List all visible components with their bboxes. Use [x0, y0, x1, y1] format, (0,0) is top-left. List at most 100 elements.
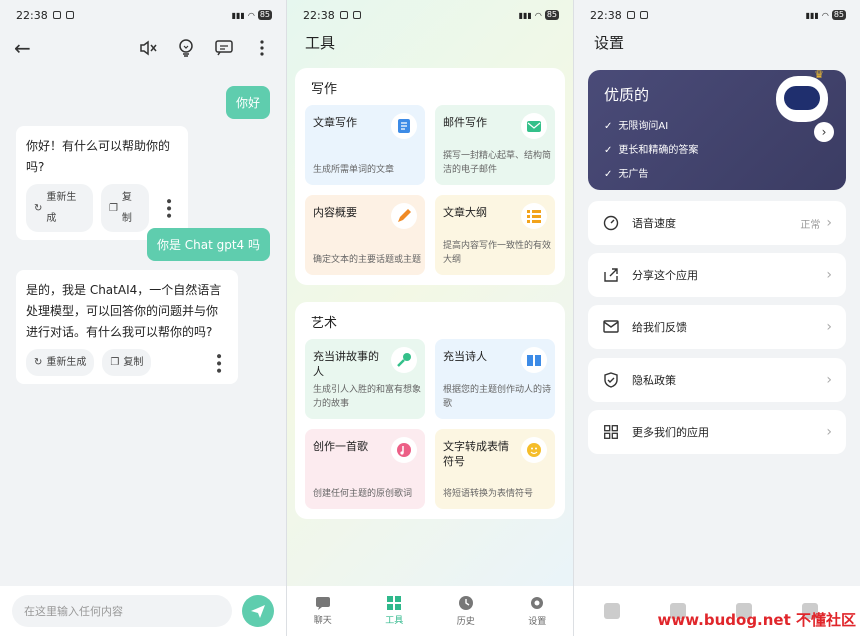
bottom-tab-bar: 聊天 工具 历史 设置 [287, 586, 573, 636]
tool-card-article-writing[interactable]: 文章写作 生成所需单词的文章 [305, 105, 425, 185]
mute-icon[interactable] [138, 38, 158, 58]
tab-history[interactable]: 历史 [430, 586, 502, 636]
copy-label: 复制 [121, 192, 132, 224]
bot-message: 你好！有什么可以帮助你的吗? ↻ 重新生成 ❐ 复制 ••• [16, 126, 188, 240]
premium-feature: ✓ 无广告 [604, 163, 830, 187]
notification-icon [352, 11, 361, 19]
card-title: 文字转成表情符号 [443, 440, 509, 468]
shield-icon [602, 371, 620, 389]
status-bar: 22:38 ▮▮▮ ◠ 85 [0, 0, 286, 30]
book-icon [521, 347, 547, 373]
apps-grid-icon [602, 423, 620, 441]
chat-input-bar: 在这里输入任何内容 [0, 586, 286, 636]
status-time: 22:38 [16, 8, 48, 22]
list-icon [521, 203, 547, 229]
status-time: 22:38 [303, 8, 335, 22]
copy-icon: ❐ [108, 202, 118, 214]
card-description: 创建任何主题的原创歌词 [313, 489, 413, 499]
lightbulb-icon[interactable] [176, 38, 196, 58]
card-title: 充当诗人 [443, 350, 487, 363]
user-message: 你是 Chat gpt4 吗 [146, 228, 270, 261]
bot-message-text: 你好！有什么可以帮助你的吗? [26, 139, 171, 174]
tool-card-outline[interactable]: 文章大纲 提高内容写作一致性的有效大纲 [435, 195, 555, 275]
clock-tab-icon [458, 596, 473, 610]
card-description: 将短语转换为表情符号 [443, 489, 534, 499]
pencil-icon [391, 203, 417, 229]
tab-label: 历史 [456, 617, 475, 627]
row-label: 语音速度 [632, 217, 676, 230]
chat-screen: 22:38 ▮▮▮ ◠ 85 ← 你好 你好！有什么可以帮助你的吗? ↻ 重新生成 ❐… [0, 0, 286, 636]
writing-section: 写作 文章写作 生成所需单词的文章 邮件写作 撰写一封精心起草、结构简洁的电子邮… [295, 68, 565, 285]
tools-screen: 22:38 ▮▮▮ ◠ 85 工具 写作 文章写作 生成所需单词的文章 邮件写作 撰… [287, 0, 573, 636]
tab-chat[interactable]: 聊天 [287, 586, 359, 636]
microphone-icon [391, 347, 417, 373]
regenerate-label: 重新生成 [46, 357, 87, 368]
chevron-right-icon: › [826, 215, 832, 231]
card-description: 提高内容写作一致性的有效大纲 [443, 241, 552, 265]
more-vertical-icon[interactable]: ••• [207, 352, 228, 374]
chevron-right-icon: › [826, 424, 832, 440]
settings-screen: 22:38 ▮▮▮ ◠ 85 设置 优质的 ✓ 无限询问AI ✓ 更长和精确的答案 ✓ 无… [574, 0, 860, 636]
send-icon [251, 605, 265, 618]
status-time: 22:38 [590, 8, 622, 22]
card-title: 创作一首歌 [313, 440, 368, 453]
more-vertical-icon[interactable] [252, 38, 272, 58]
tab-settings[interactable]: 设置 [502, 586, 574, 636]
bot-message: 是的，我是 ChatAI4，一个自然语言处理模型，可以回答你的问题并与你进行对话… [16, 270, 238, 384]
card-title: 充当讲故事的人 [313, 350, 379, 378]
message-input[interactable]: 在这里输入任何内容 [12, 595, 232, 627]
status-bar: 22:38 ▮▮▮ ◠ 85 [287, 0, 573, 30]
regenerate-button[interactable]: ↻ 重新生成 [26, 184, 93, 232]
chat-tab-icon[interactable] [604, 603, 620, 619]
watermark-text: www.budog.net 不懂社区 [657, 611, 856, 629]
signal-icon: ▮▮▮ [231, 10, 245, 20]
tool-card-storyteller[interactable]: 充当讲故事的人 生成引人入胜的和富有想象力的故事 [305, 339, 425, 419]
status-bar: 22:38 ▮▮▮ ◠ 85 [574, 0, 860, 30]
card-title: 文章大纲 [443, 206, 487, 219]
copy-button[interactable]: ❐ 复制 [100, 184, 149, 232]
chevron-right-icon[interactable]: › [814, 122, 834, 142]
tab-label: 聊天 [313, 616, 332, 626]
chevron-right-icon: › [826, 319, 832, 335]
wifi-icon: ◠ [534, 10, 542, 20]
tab-tools[interactable]: 工具 [359, 586, 431, 636]
tool-card-song[interactable]: 创作一首歌 创建任何主题的原创歌词 [305, 429, 425, 509]
notification-icon [339, 11, 348, 19]
document-icon [391, 113, 417, 139]
tool-card-emoji[interactable]: 文字转成表情符号 将短语转换为表情符号 [435, 429, 555, 509]
settings-row-share[interactable]: 分享这个应用 › [588, 253, 846, 297]
tool-card-email-writing[interactable]: 邮件写作 撰写一封精心起草、结构简洁的电子邮件 [435, 105, 555, 185]
art-section: 艺术 充当讲故事的人 生成引人入胜的和富有想象力的故事 充当诗人 根据您的主题创… [295, 302, 565, 519]
premium-banner[interactable]: 优质的 ✓ 无限询问AI ✓ 更长和精确的答案 ✓ 无广告 ♛ › [588, 70, 846, 190]
refresh-icon: ↻ [34, 357, 43, 368]
card-description: 根据您的主题创作动人的诗歌 [443, 385, 552, 409]
card-title: 邮件写作 [443, 116, 487, 129]
card-description: 生成所需单词的文章 [313, 165, 395, 175]
send-button[interactable] [242, 595, 274, 627]
row-value: 正常 [800, 219, 821, 231]
settings-row-privacy[interactable]: 隐私政策 › [588, 358, 846, 402]
chat-topbar: ← [0, 30, 286, 66]
row-label: 隐私政策 [632, 374, 676, 387]
refresh-icon: ↻ [34, 202, 43, 214]
grid-tab-icon [387, 596, 402, 610]
tool-card-summary[interactable]: 内容概要 确定文本的主要话题或主题 [305, 195, 425, 275]
chat-bubble-icon[interactable] [214, 38, 234, 58]
settings-row-more-apps[interactable]: 更多我们的应用 › [588, 410, 846, 454]
bot-message-text: 是的，我是 ChatAI4，一个自然语言处理模型，可以回答你的问题并与你进行对话… [26, 283, 222, 339]
settings-row-feedback[interactable]: 给我们反馈 › [588, 305, 846, 349]
notification-icon [65, 11, 74, 19]
wifi-icon: ◠ [821, 10, 829, 20]
regenerate-button[interactable]: ↻ 重新生成 [26, 349, 95, 376]
tool-card-poet[interactable]: 充当诗人 根据您的主题创作动人的诗歌 [435, 339, 555, 419]
copy-button[interactable]: ❐ 复制 [102, 349, 152, 376]
settings-row-voice-speed[interactable]: 语音速度 正常 › [588, 201, 846, 245]
back-arrow-icon[interactable]: ← [14, 36, 31, 60]
card-description: 生成引人入胜的和富有想象力的故事 [313, 385, 422, 409]
signal-icon: ▮▮▮ [518, 10, 532, 20]
premium-feature: ✓ 更长和精确的答案 [604, 139, 830, 163]
more-vertical-icon[interactable]: ••• [157, 197, 178, 219]
tab-label: 设置 [528, 617, 547, 627]
battery-icon: 85 [544, 10, 559, 20]
music-icon [391, 437, 417, 463]
